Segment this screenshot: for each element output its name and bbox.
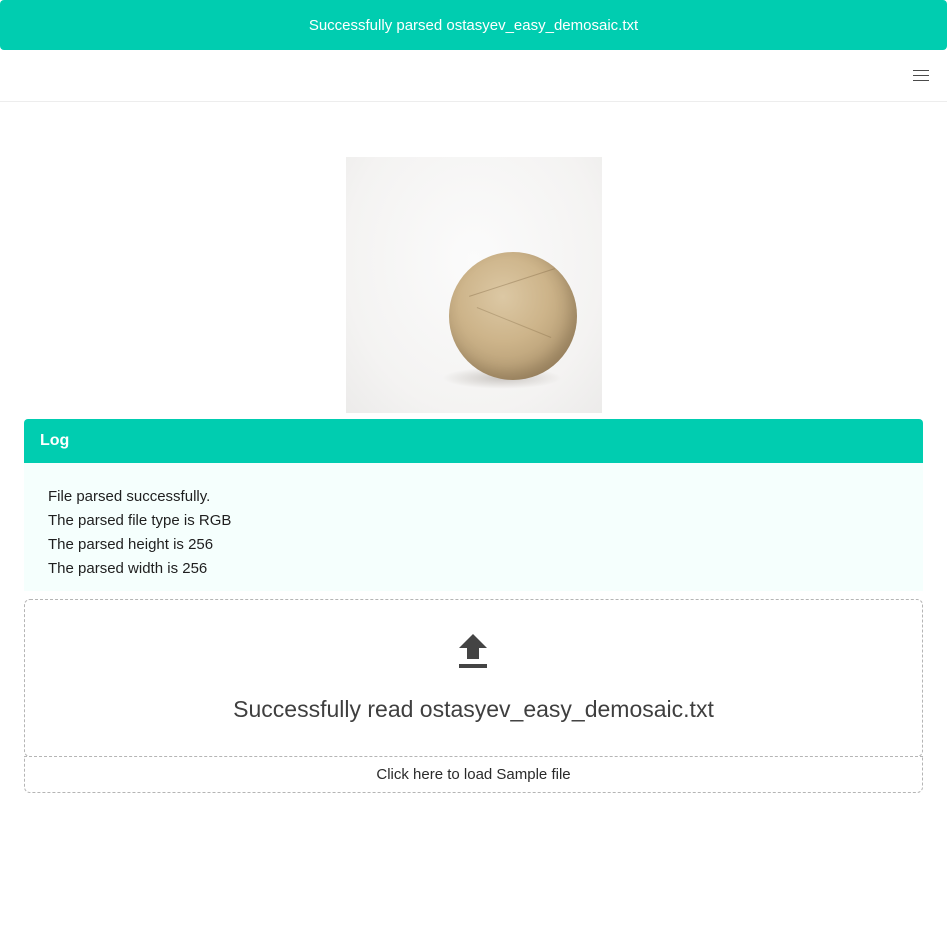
log-title: Log xyxy=(40,432,70,449)
log-line: File parsed successfully. xyxy=(48,488,211,505)
log-panel: Log File parsed successfully. The parsed… xyxy=(24,419,923,591)
load-sample-file-button[interactable]: Click here to load Sample file xyxy=(24,756,923,793)
hamburger-menu-icon[interactable] xyxy=(913,69,929,82)
log-line: The parsed height is 256 xyxy=(48,536,214,553)
upload-icon xyxy=(459,634,487,668)
dropzone-status-text: Successfully read ostasyev_easy_demosaic… xyxy=(233,696,714,722)
parsed-image-preview xyxy=(346,157,602,413)
notification-message: Successfully parsed ostasyev_easy_demosa… xyxy=(308,16,639,34)
file-dropzone[interactable]: Successfully read ostasyev_easy_demosaic… xyxy=(24,599,923,757)
log-body: File parsed successfully. The parsed fil… xyxy=(24,463,923,591)
log-header: Log xyxy=(24,419,923,463)
navbar xyxy=(0,50,947,102)
log-line: The parsed width is 256 xyxy=(48,560,208,577)
success-notification: Successfully parsed ostasyev_easy_demosa… xyxy=(0,0,947,50)
ball-image xyxy=(449,252,577,380)
log-line: The parsed file type is RGB xyxy=(48,512,232,529)
